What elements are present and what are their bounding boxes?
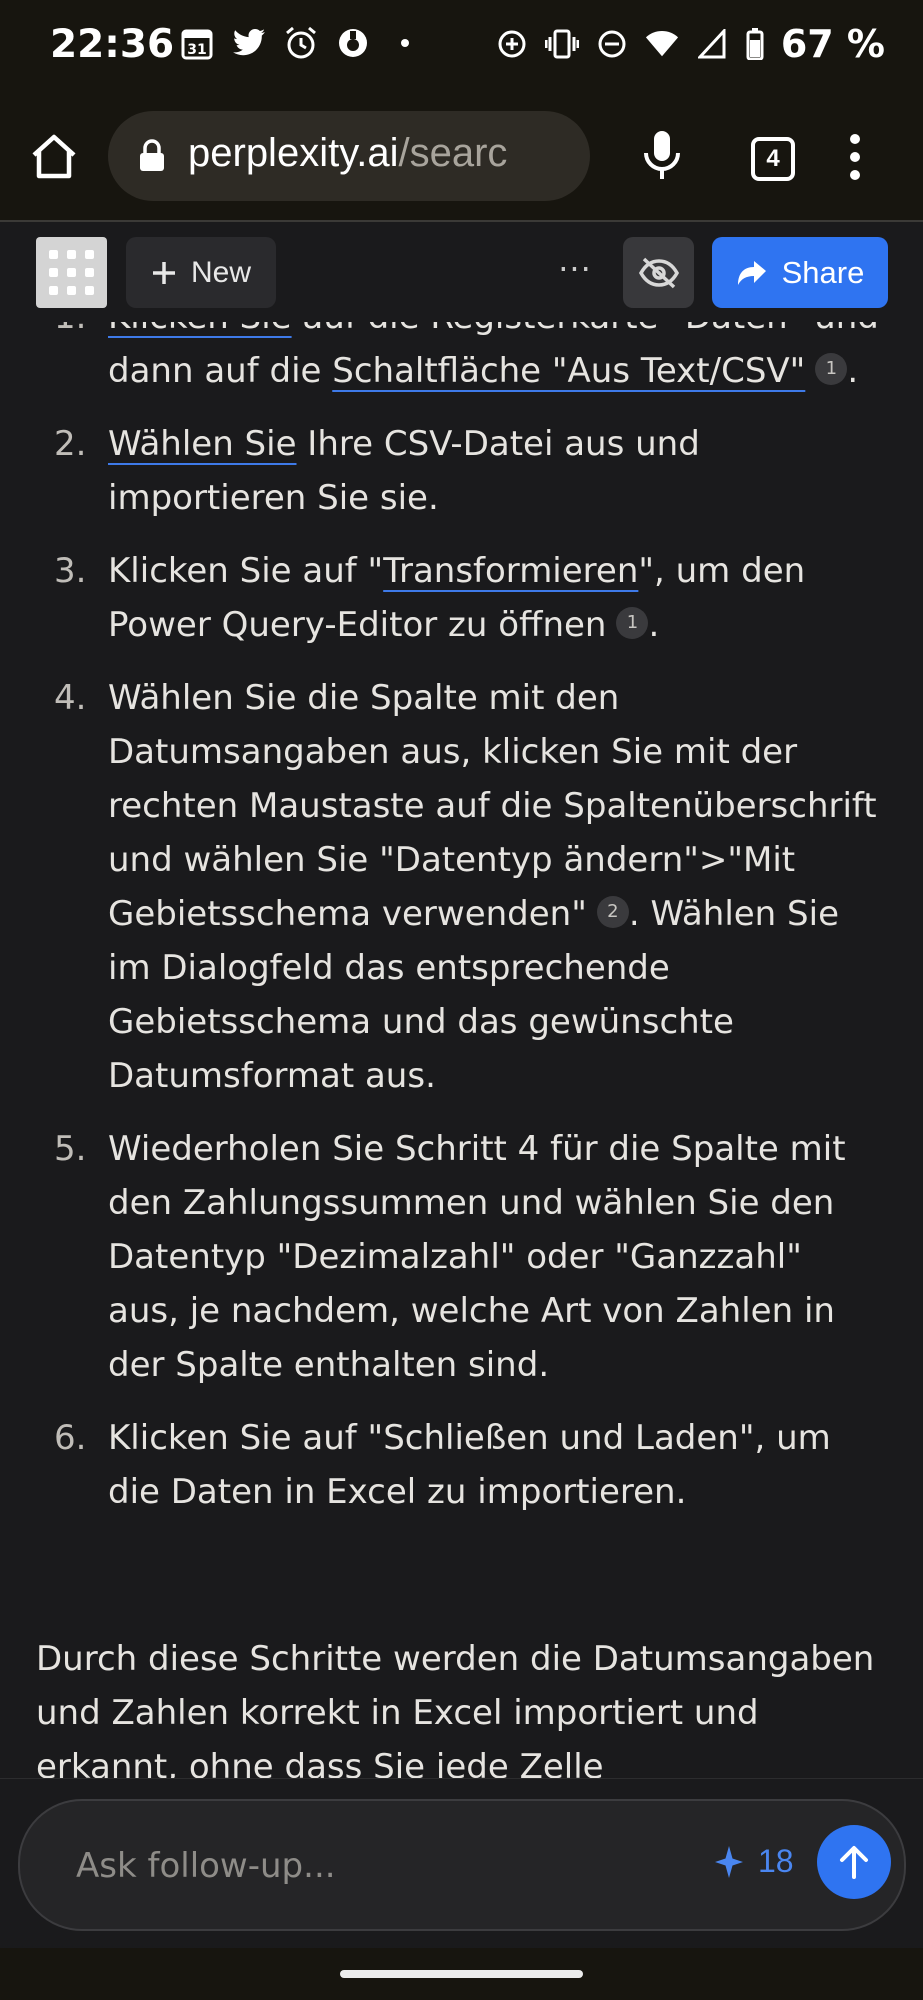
do-not-disturb-icon bbox=[595, 25, 629, 63]
microphone-button[interactable] bbox=[640, 129, 684, 189]
copilot-count[interactable]: 18 bbox=[758, 1843, 794, 1880]
url-text: perplexity.ai/searc bbox=[188, 131, 507, 176]
page-toolbar: New ··· Share bbox=[0, 222, 923, 322]
share-button[interactable]: Share bbox=[712, 237, 888, 308]
system-status: 67 % bbox=[495, 22, 885, 66]
followup-box: 18 bbox=[18, 1799, 906, 1931]
home-button[interactable] bbox=[28, 131, 80, 183]
arrow-up-icon bbox=[840, 1846, 868, 1879]
home-icon bbox=[32, 134, 76, 179]
summary-paragraph: Durch diese Schritte werden die Datumsan… bbox=[36, 1639, 875, 1778]
signal-icon bbox=[695, 25, 729, 63]
more-options-button[interactable]: ··· bbox=[555, 244, 595, 300]
calendar-icon: 31 bbox=[180, 24, 214, 62]
step-number: 2. bbox=[54, 424, 87, 464]
hide-button[interactable] bbox=[623, 237, 694, 308]
citation-badge[interactable]: 2 bbox=[596, 896, 629, 928]
step-text: Klicken Sie auf " bbox=[108, 551, 384, 591]
step-link[interactable]: Wählen Sie bbox=[108, 424, 297, 464]
browser-toolbar: perplexity.ai/searc 4 bbox=[0, 95, 923, 222]
tab-switcher-button[interactable]: 4 bbox=[751, 137, 795, 181]
browser-menu-button[interactable] bbox=[845, 131, 865, 183]
step-item: 4. Wählen Sie die Spalte mit den Datumsan… bbox=[0, 671, 923, 1103]
apps-grid-button[interactable] bbox=[36, 237, 107, 308]
url-path: /searc bbox=[398, 131, 508, 175]
sparkle-icon[interactable] bbox=[714, 1845, 744, 1883]
steps-list: 1.Klicken Sie auf die Registerkarte "Dat… bbox=[0, 322, 923, 1538]
followup-area: 18 bbox=[0, 1778, 923, 1949]
share-arrow-icon bbox=[737, 260, 766, 285]
step-item: 1.Klicken Sie auf die Registerkarte "Dat… bbox=[0, 322, 923, 398]
address-bar[interactable]: perplexity.ai/searc bbox=[108, 111, 590, 201]
dot-icon bbox=[388, 24, 422, 62]
step-text: Klicken Sie auf "Schließen und Laden", u… bbox=[108, 1418, 831, 1512]
alarm-icon bbox=[284, 24, 318, 62]
battery-icon bbox=[745, 25, 765, 63]
step-link[interactable]: Transformieren bbox=[383, 551, 638, 591]
plus-icon bbox=[152, 261, 175, 284]
status-bar: 22:36 31 67 % bbox=[0, 0, 923, 95]
step-text: . bbox=[648, 605, 660, 645]
share-label: Share bbox=[781, 254, 865, 290]
step-link[interactable]: Klicken Sie bbox=[108, 322, 292, 337]
followup-input[interactable] bbox=[74, 1835, 678, 1897]
step-number: 4. bbox=[54, 678, 87, 718]
step-number: 6. bbox=[54, 1418, 87, 1458]
app-notification-icon bbox=[336, 24, 370, 62]
new-label: New bbox=[190, 255, 251, 289]
notification-icons: 31 bbox=[180, 24, 422, 62]
step-text: Wiederholen Sie Schritt 4 für die Spalte… bbox=[108, 1129, 846, 1385]
calendar-day: 31 bbox=[187, 42, 206, 58]
citation-badge[interactable]: 1 bbox=[815, 353, 848, 385]
url-host: perplexity.ai bbox=[188, 131, 399, 175]
microphone-icon bbox=[644, 131, 680, 179]
more-vertical-icon bbox=[850, 134, 860, 180]
data-saver-icon bbox=[495, 25, 529, 63]
send-button[interactable] bbox=[817, 1825, 891, 1899]
grid-dot-icon bbox=[49, 250, 58, 259]
step-link[interactable]: Schaltfläche "Aus Text/CSV" bbox=[332, 351, 805, 391]
step-number: 5. bbox=[54, 1129, 87, 1169]
status-time: 22:36 bbox=[50, 22, 175, 67]
answer-content: 1.Klicken Sie auf die Registerkarte "Dat… bbox=[0, 322, 923, 1778]
gesture-handle[interactable] bbox=[340, 1970, 583, 1978]
step-item: 3. Klicken Sie auf "Transformieren", um d… bbox=[0, 544, 923, 652]
step-number: 3. bbox=[54, 551, 87, 591]
lock-icon bbox=[138, 139, 166, 177]
citation-badge[interactable]: 1 bbox=[616, 607, 649, 639]
wifi-icon bbox=[645, 25, 679, 63]
step-item: 6. Klicken Sie auf "Schließen und Laden",… bbox=[0, 1411, 923, 1519]
new-thread-button[interactable]: New bbox=[126, 237, 276, 308]
twitter-icon bbox=[232, 24, 266, 62]
battery-percent: 67 % bbox=[780, 22, 885, 66]
system-nav-bar bbox=[0, 1948, 923, 2000]
step-item: 2. Wählen Sie Ihre CSV-Datei aus und impo… bbox=[0, 417, 923, 525]
vibrate-icon bbox=[544, 25, 579, 63]
step-text: . bbox=[847, 351, 859, 391]
step-number: 1. bbox=[54, 322, 98, 344]
step-item: 5. Wiederholen Sie Schritt 4 für die Spal… bbox=[0, 1122, 923, 1392]
eye-off-icon bbox=[638, 257, 679, 288]
